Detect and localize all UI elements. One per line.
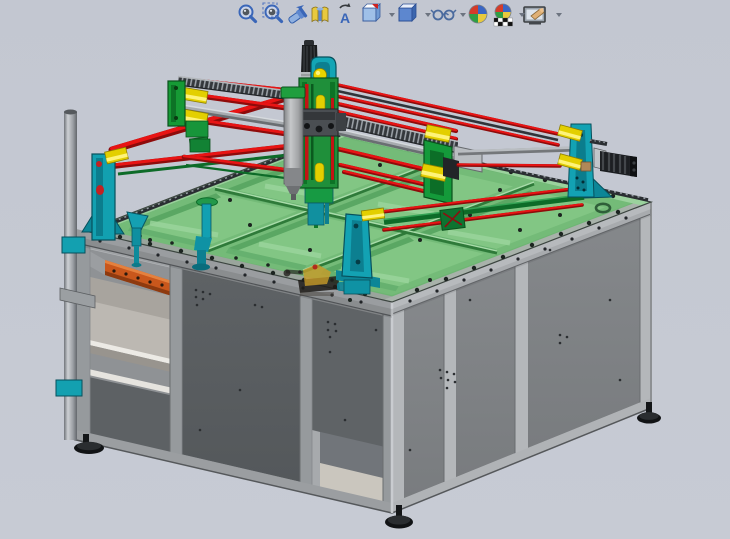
svg-text:A: A: [340, 10, 350, 26]
